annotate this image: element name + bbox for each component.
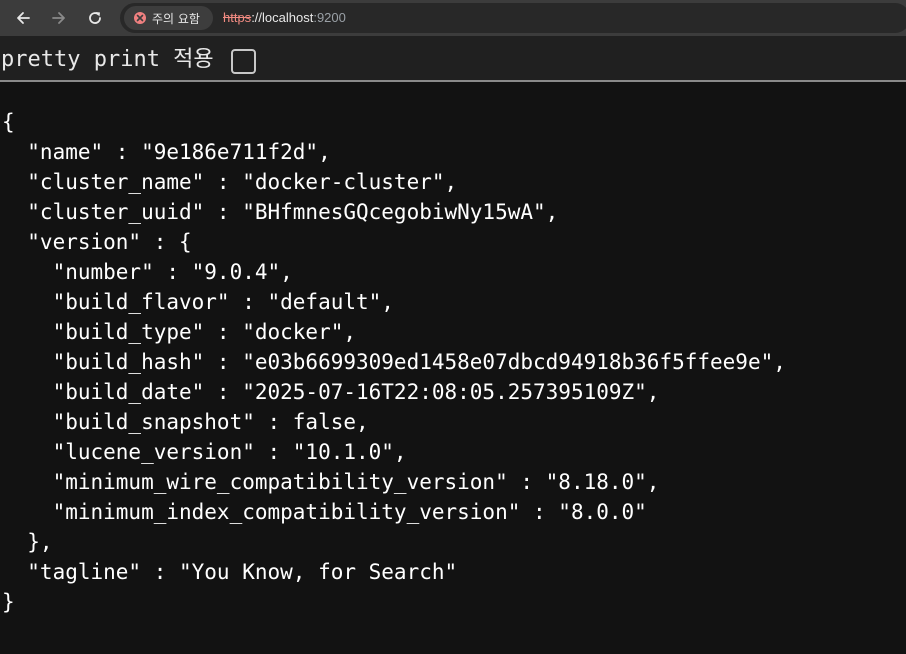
json-line: "minimum_index_compatibility_version" : … xyxy=(2,500,647,524)
url-port: :9200 xyxy=(313,10,346,25)
json-line: "name" : "9e186e711f2d", xyxy=(2,140,331,164)
address-bar[interactable]: 주의 요함 https://localhost:9200 xyxy=(120,3,906,33)
security-warning-chip[interactable]: 주의 요함 xyxy=(124,6,213,30)
json-line: } xyxy=(2,590,15,614)
json-line: "lucene_version" : "10.1.0", xyxy=(2,440,407,464)
url-separator: :// xyxy=(251,10,263,25)
back-button[interactable] xyxy=(11,6,35,30)
json-line: "cluster_name" : "docker-cluster", xyxy=(2,170,458,194)
json-line: "build_type" : "docker", xyxy=(2,320,357,344)
url-scheme: https xyxy=(223,10,252,25)
forward-arrow-icon xyxy=(52,12,65,24)
back-arrow-icon xyxy=(17,12,30,24)
json-line: "number" : "9.0.4", xyxy=(2,260,293,284)
warning-icon xyxy=(134,12,146,24)
pretty-print-bar: pretty print 적용 xyxy=(0,36,906,82)
json-line: "build_flavor" : "default", xyxy=(2,290,394,314)
json-line: }, xyxy=(2,530,53,554)
security-warning-label: 주의 요함 xyxy=(152,11,200,26)
pretty-print-checkbox[interactable] xyxy=(231,49,256,74)
url-host: localhost xyxy=(262,10,314,25)
url-text[interactable]: https://localhost:9200 xyxy=(223,10,346,25)
json-line: "build_date" : "2025-07-16T22:08:05.2573… xyxy=(2,380,660,404)
json-line: "tagline" : "You Know, for Search" xyxy=(2,560,458,584)
json-line: "build_hash" : "e03b6699309ed1458e07dbcd… xyxy=(2,350,786,374)
browser-toolbar: 주의 요함 https://localhost:9200 xyxy=(0,0,906,36)
reload-button[interactable] xyxy=(83,6,107,30)
json-line: "minimum_wire_compatibility_version" : "… xyxy=(2,470,660,494)
reload-icon xyxy=(89,12,101,24)
pretty-print-label: pretty print 적용 xyxy=(1,47,214,72)
json-line: "build_snapshot" : false, xyxy=(2,410,369,434)
json-line: { xyxy=(2,110,15,134)
forward-button[interactable] xyxy=(47,6,71,30)
json-line: "cluster_uuid" : "BHfmnesGQcegobiwNy15wA… xyxy=(2,200,559,224)
json-response: { "name" : "9e186e711f2d", "cluster_name… xyxy=(2,107,786,617)
json-line: "version" : { xyxy=(2,230,192,254)
